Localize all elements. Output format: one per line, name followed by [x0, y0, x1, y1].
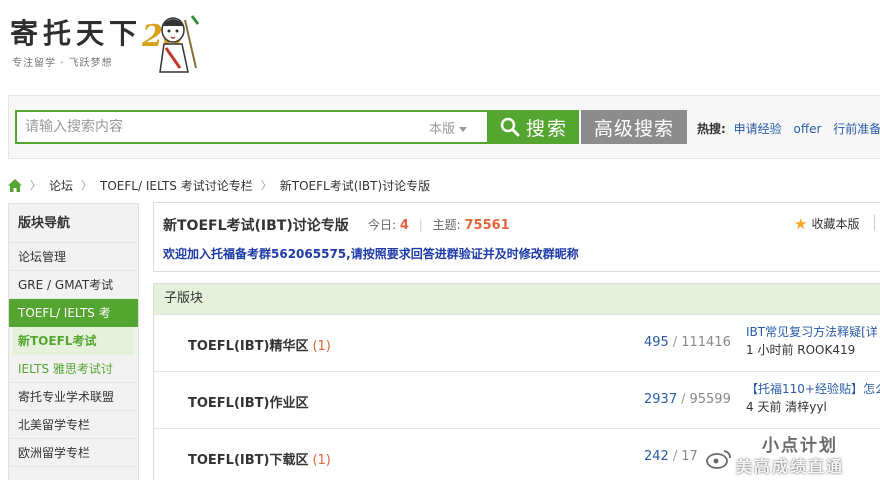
page: 寄托天下 专注留学 · 飞跃梦想 20 本版 搜索: [0, 0, 880, 480]
last-post: [746, 437, 880, 455]
topic-count: 2937: [644, 392, 678, 407]
subforum-link[interactable]: TOEFL(IBT)精华区 (1): [188, 335, 331, 354]
subforum-row: TOEFL(IBT)下载区 (1) 242/17: [154, 428, 880, 480]
today-label: 今日:: [368, 218, 397, 232]
subforum-link[interactable]: TOEFL(IBT)作业区: [188, 392, 312, 411]
subforum-name: TOEFL(IBT)下载区: [188, 453, 309, 468]
subforum-counts: 242/17: [644, 449, 698, 464]
search-icon: [500, 117, 520, 137]
chevron-right-icon: 〉: [81, 179, 93, 192]
search-button[interactable]: 搜索: [489, 110, 579, 144]
subforum-link[interactable]: TOEFL(IBT)下载区 (1): [188, 449, 331, 468]
breadcrumb: 〉 论坛 〉 TOEFL/ IELTS 考试讨论专栏 〉 新TOEFL考试(IB…: [8, 176, 430, 194]
forum-notice[interactable]: 欢迎加入托福备考群562065575,请按照要求回答进群验证并及时修改群昵称: [163, 245, 579, 262]
sidebar-item-forum-admin[interactable]: 论坛管理: [9, 243, 138, 271]
search-scope-select[interactable]: 本版: [429, 118, 468, 137]
subforum-name: TOEFL(IBT)精华区: [188, 339, 309, 354]
subforum-counts: 495/111416: [644, 335, 731, 350]
search-input[interactable]: [17, 112, 417, 142]
search-scope-label: 本版: [429, 122, 456, 137]
hot-searches: 热搜: 申请经验 offer 行前准备: [697, 120, 880, 137]
search-button-label: 搜索: [525, 117, 568, 140]
header-divider: [874, 215, 875, 231]
breadcrumb-item[interactable]: TOEFL/ IELTS 考试讨论专栏: [100, 177, 253, 194]
home-icon[interactable]: [8, 178, 22, 192]
search-box: 本版: [15, 110, 489, 144]
count-separator: /: [672, 449, 678, 464]
last-post: 【托福110+经验贴】怎么 4 天前 清梓yyl: [746, 380, 880, 415]
last-post-meta: 4 天前 清梓yyl: [746, 400, 827, 414]
count-separator: /: [681, 392, 686, 407]
search-bar: 本版 搜索 高级搜索 热搜: 申请经验 offer 行前准备: [8, 95, 880, 159]
advanced-search-label: 高级搜索: [593, 117, 674, 140]
hot-search-link[interactable]: 申请经验: [734, 122, 782, 136]
star-icon: ★: [794, 215, 808, 233]
subforum-counts: 2937/95599: [644, 392, 731, 407]
subforum-name: TOEFL(IBT)作业区: [188, 396, 309, 411]
last-post: IBT常见复习方法释疑[详 1 小时前 ROOK419: [746, 323, 880, 358]
favorite-label: 收藏本版: [811, 217, 860, 231]
logo-slogan: 专注留学 · 飞跃梦想: [12, 58, 113, 69]
subforum-header: 子版块: [154, 284, 880, 314]
advanced-search-button[interactable]: 高级搜索: [581, 110, 687, 144]
post-count: 95599: [689, 392, 731, 407]
count-separator: /: [672, 335, 678, 350]
topics-label: 主题:: [432, 218, 461, 232]
post-count: 111416: [681, 335, 731, 350]
sidebar-subitem-new-toefl[interactable]: 新TOEFL考试: [13, 327, 134, 355]
chevron-down-icon: [459, 127, 468, 132]
site-logo[interactable]: 寄托天下 专注留学 · 飞跃梦想 20: [10, 8, 200, 76]
stats-divider: |: [418, 218, 423, 232]
chevron-right-icon: 〉: [260, 179, 272, 192]
last-post-link[interactable]: 【托福110+经验贴】怎么: [746, 380, 880, 397]
forum-title: 新TOEFL考试(IBT)讨论专版: [163, 218, 349, 234]
sidebar-title: 版块导航: [9, 204, 138, 243]
subforum-row: TOEFL(IBT)精华区 (1) 495/111416 IBT常见复习方法释疑[…: [154, 314, 880, 371]
topics-count: 75561: [464, 218, 510, 233]
sidebar: 版块导航 论坛管理 GRE / GMAT考试 TOEFL/ IELTS 考 新T…: [8, 203, 139, 480]
sidebar-item-gre-gmat[interactable]: GRE / GMAT考试: [9, 271, 138, 299]
breadcrumb-item[interactable]: 论坛: [49, 177, 73, 194]
breadcrumb-item[interactable]: 新TOEFL考试(IBT)讨论专版: [280, 177, 430, 194]
chevron-right-icon: 〉: [30, 179, 41, 192]
hot-search-link[interactable]: 行前准备: [833, 122, 880, 136]
topic-count: 495: [644, 335, 669, 350]
hot-search-label: 热搜:: [697, 122, 726, 136]
sidebar-item-toefl-ielts[interactable]: TOEFL/ IELTS 考: [9, 299, 138, 327]
last-post-link[interactable]: IBT常见复习方法释疑[详: [746, 323, 880, 340]
forum-header: 新TOEFL考试(IBT)讨论专版 今日: 4 | 主题: 75561 ★ 收藏本…: [153, 202, 880, 272]
last-post-link[interactable]: [746, 437, 880, 454]
sidebar-item-europe[interactable]: 欧洲留学专栏: [9, 439, 138, 467]
mascot-icon: 20: [141, 15, 200, 73]
new-count: (1): [312, 339, 331, 354]
favorite-forum-button[interactable]: ★ 收藏本版: [794, 215, 859, 233]
today-count: 4: [399, 218, 409, 233]
new-count: (1): [312, 453, 331, 468]
hot-search-link[interactable]: offer: [793, 122, 821, 136]
logo-title: 寄托天下: [10, 17, 143, 50]
post-count: 17: [681, 449, 698, 464]
subforum-list: 子版块 TOEFL(IBT)精华区 (1) 495/111416 IBT常见复习方…: [153, 283, 880, 480]
forum-stats: 今日: 4 | 主题: 75561: [368, 216, 510, 233]
topic-count: 242: [644, 449, 669, 464]
subforum-row: TOEFL(IBT)作业区 2937/95599 【托福110+经验贴】怎么 4…: [154, 371, 880, 428]
sidebar-subitem-ielts[interactable]: IELTS 雅思考试讨: [9, 355, 138, 383]
sidebar-item-academic-alliance[interactable]: 寄托专业学术联盟: [9, 383, 138, 411]
sidebar-item-north-america[interactable]: 北美留学专栏: [9, 411, 138, 439]
last-post-meta: 1 小时前 ROOK419: [746, 343, 856, 357]
